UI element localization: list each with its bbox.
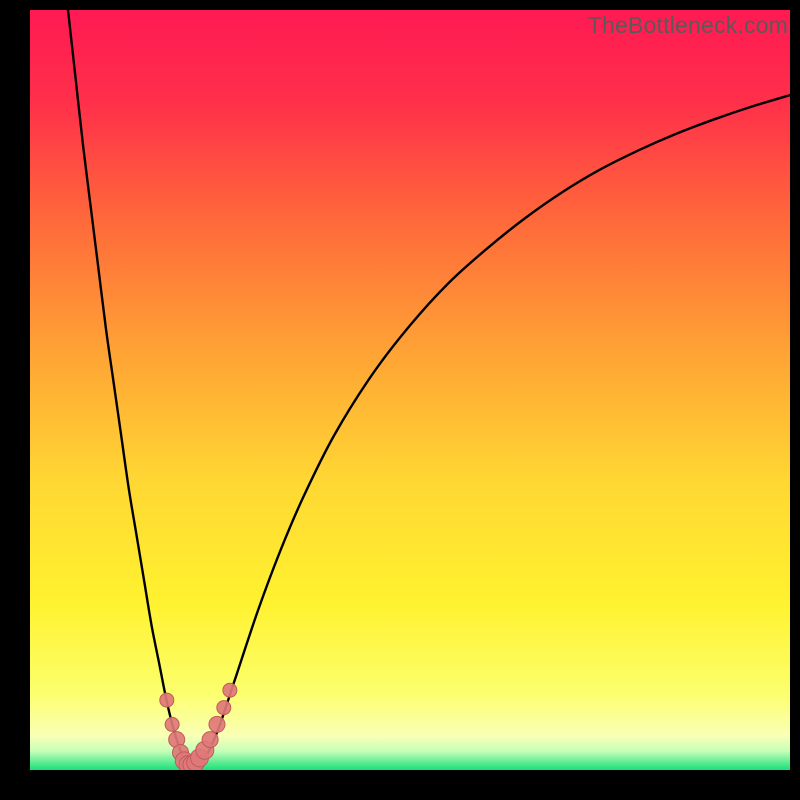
data-point xyxy=(165,717,179,731)
data-point xyxy=(209,716,225,732)
data-point xyxy=(217,701,231,715)
plot-area xyxy=(30,10,790,770)
chart-svg xyxy=(30,10,790,770)
data-point xyxy=(223,683,237,697)
data-point xyxy=(202,732,218,748)
chart-frame: TheBottleneck.com xyxy=(0,0,800,800)
data-point xyxy=(160,693,174,707)
gradient-background xyxy=(30,10,790,770)
